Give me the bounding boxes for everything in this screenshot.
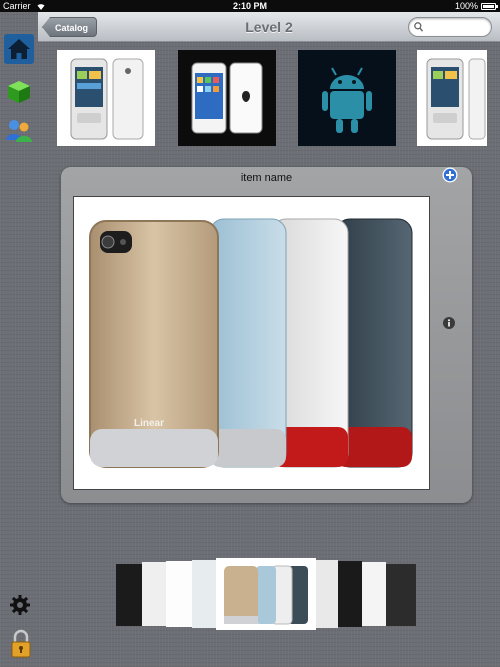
status-bar: Carrier 2:10 PM 100% bbox=[0, 0, 500, 12]
search-icon bbox=[414, 22, 423, 32]
sidebar bbox=[0, 12, 38, 667]
thumbnail-iphone-4[interactable] bbox=[178, 50, 276, 146]
coverflow-carousel[interactable] bbox=[116, 558, 416, 630]
sidebar-item-users[interactable] bbox=[4, 116, 34, 146]
thumbnail-htc-phone-2[interactable] bbox=[417, 50, 487, 146]
search-input[interactable] bbox=[425, 20, 487, 34]
sidebar-item-home[interactable] bbox=[4, 34, 34, 64]
phone-thumbnail bbox=[426, 58, 486, 140]
coverflow-item[interactable] bbox=[116, 564, 142, 626]
coverflow-item[interactable] bbox=[192, 560, 216, 628]
coverflow-item[interactable] bbox=[386, 564, 416, 626]
phone-thumbnail bbox=[191, 62, 263, 134]
case-brand-label: Linear bbox=[134, 418, 164, 429]
thumbnail-htc-phone[interactable] bbox=[57, 50, 155, 146]
padlock-icon[interactable] bbox=[10, 629, 32, 659]
coverflow-item-selected[interactable] bbox=[216, 558, 316, 630]
clock-label: 2:10 PM bbox=[232, 1, 267, 11]
phone-cases-image: Linear bbox=[89, 218, 413, 468]
battery-percent: 100% bbox=[454, 1, 478, 11]
item-name-label: item name bbox=[240, 172, 293, 184]
info-button[interactable] bbox=[443, 317, 455, 329]
coverflow-item[interactable] bbox=[362, 562, 386, 626]
users-icon bbox=[6, 120, 32, 142]
phone-cases-thumbnail bbox=[224, 565, 308, 625]
android-icon bbox=[322, 67, 372, 133]
add-button[interactable] bbox=[442, 167, 458, 183]
thumbnail-android[interactable] bbox=[298, 50, 396, 146]
battery-icon bbox=[481, 3, 498, 10]
sidebar-item-catalog[interactable] bbox=[4, 77, 34, 107]
item-detail-panel: item name Linear bbox=[61, 167, 472, 503]
green-cube-icon bbox=[8, 81, 30, 103]
coverflow-item[interactable] bbox=[166, 561, 192, 627]
coverflow-item[interactable] bbox=[338, 561, 362, 627]
search-field[interactable] bbox=[408, 17, 492, 37]
navigation-bar: Catalog Level 2 bbox=[38, 12, 500, 42]
phone-thumbnail bbox=[70, 58, 144, 140]
home-icon bbox=[4, 34, 34, 64]
gear-icon[interactable] bbox=[9, 594, 31, 616]
item-image: Linear bbox=[73, 196, 430, 490]
coverflow-item[interactable] bbox=[316, 560, 338, 628]
coverflow-item[interactable] bbox=[142, 562, 166, 626]
